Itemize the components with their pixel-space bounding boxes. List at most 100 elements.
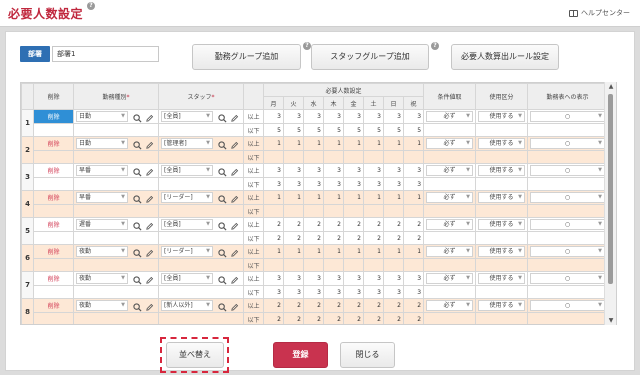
display-select[interactable]: ○ ▼ [530,111,606,122]
edit-icon[interactable] [145,168,154,177]
search-icon[interactable] [133,303,142,312]
usage-select[interactable]: 使用する ▼ [478,246,526,257]
max-count-cell[interactable]: 2 [402,231,425,245]
help-icon[interactable]: ? [303,42,311,50]
help-center-link[interactable]: ヘルプセンター [569,8,630,18]
delete-link[interactable]: 削除 [33,217,74,232]
edit-icon[interactable] [230,114,239,123]
min-count-cell[interactable]: 3 [383,109,404,124]
max-count-cell[interactable] [263,204,284,218]
min-count-cell[interactable]: 1 [283,136,304,151]
table-scrollbar[interactable]: ▲ ▼ [604,82,616,325]
max-count-cell[interactable]: 5 [363,123,384,137]
staff-select[interactable]: [全員] ▼ [161,165,213,176]
max-count-cell[interactable] [263,150,284,164]
max-count-cell[interactable] [402,150,425,164]
edit-icon[interactable] [145,195,154,204]
max-count-cell[interactable] [383,150,404,164]
staff-select[interactable]: [全員] ▼ [161,111,213,122]
delete-link[interactable]: 削除 [33,136,74,151]
search-icon[interactable] [218,195,227,204]
condition-select[interactable]: 必ず ▼ [426,165,474,176]
max-count-cell[interactable]: 2 [263,231,284,245]
min-count-cell[interactable]: 3 [383,271,404,286]
min-count-cell[interactable]: 3 [363,109,384,124]
display-select[interactable]: ○ ▼ [530,165,606,176]
delete-link[interactable]: 削除 [33,298,74,313]
max-count-cell[interactable]: 5 [303,123,324,137]
condition-select[interactable]: 必ず ▼ [426,138,474,149]
search-icon[interactable] [133,222,142,231]
min-count-cell[interactable]: 1 [323,136,344,151]
staff-select[interactable]: [全員] ▼ [161,273,213,284]
edit-icon[interactable] [145,249,154,258]
max-count-cell[interactable]: 2 [343,231,364,245]
min-count-cell[interactable]: 1 [343,136,364,151]
min-count-cell[interactable]: 3 [402,271,425,286]
max-count-cell[interactable]: 3 [263,285,284,299]
max-count-cell[interactable]: 2 [303,231,324,245]
help-icon[interactable]: ? [87,2,95,10]
max-count-cell[interactable] [283,258,304,272]
search-icon[interactable] [218,168,227,177]
min-count-cell[interactable]: 1 [383,190,404,205]
min-count-cell[interactable]: 2 [363,298,384,313]
max-count-cell[interactable] [383,258,404,272]
delete-link[interactable]: 削除 [33,190,74,205]
max-count-cell[interactable]: 2 [383,312,404,324]
edit-icon[interactable] [145,222,154,231]
condition-select[interactable]: 必ず ▼ [426,111,474,122]
max-count-cell[interactable] [363,258,384,272]
search-icon[interactable] [133,249,142,258]
min-count-cell[interactable]: 1 [303,244,324,259]
min-count-cell[interactable]: 3 [263,271,284,286]
min-count-cell[interactable]: 2 [363,217,384,232]
min-count-cell[interactable]: 2 [323,298,344,313]
max-count-cell[interactable]: 3 [363,177,384,191]
delete-link[interactable]: 削除 [33,244,74,259]
min-count-cell[interactable]: 3 [303,109,324,124]
max-count-cell[interactable]: 3 [402,177,425,191]
min-count-cell[interactable]: 2 [263,217,284,232]
min-count-cell[interactable]: 2 [343,217,364,232]
search-icon[interactable] [218,222,227,231]
search-icon[interactable] [133,114,142,123]
min-count-cell[interactable]: 3 [263,163,284,178]
max-count-cell[interactable] [283,204,304,218]
max-count-cell[interactable]: 3 [402,285,425,299]
usage-select[interactable]: 使用する ▼ [478,165,526,176]
add-staff-group-button[interactable]: スタッフグループ追加 [311,44,429,70]
max-count-cell[interactable]: 3 [383,177,404,191]
search-icon[interactable] [218,276,227,285]
edit-icon[interactable] [230,276,239,285]
scroll-thumb[interactable] [608,94,613,284]
max-count-cell[interactable]: 3 [343,177,364,191]
work-type-select[interactable]: 日勤 ▼ [76,138,128,149]
staff-select[interactable]: [新人以外] ▼ [161,300,213,311]
min-count-cell[interactable]: 2 [402,298,425,313]
delete-link[interactable]: 削除 [33,271,74,286]
min-count-cell[interactable]: 3 [363,271,384,286]
max-count-cell[interactable] [303,204,324,218]
max-count-cell[interactable] [303,258,324,272]
max-count-cell[interactable]: 2 [363,312,384,324]
max-count-cell[interactable] [263,258,284,272]
usage-select[interactable]: 使用する ▼ [478,111,526,122]
min-count-cell[interactable]: 3 [303,271,324,286]
max-count-cell[interactable]: 2 [323,231,344,245]
edit-icon[interactable] [230,222,239,231]
search-icon[interactable] [218,249,227,258]
min-count-cell[interactable]: 3 [383,163,404,178]
min-count-cell[interactable]: 3 [283,109,304,124]
min-count-cell[interactable]: 1 [402,244,425,259]
min-count-cell[interactable]: 2 [383,298,404,313]
min-count-cell[interactable]: 1 [283,190,304,205]
condition-select[interactable]: 必ず ▼ [426,273,474,284]
staff-select[interactable]: [リーダー] ▼ [161,246,213,257]
edit-icon[interactable] [145,141,154,150]
max-count-cell[interactable] [402,258,425,272]
min-count-cell[interactable]: 2 [283,217,304,232]
max-count-cell[interactable]: 5 [283,123,304,137]
min-count-cell[interactable]: 2 [283,298,304,313]
min-count-cell[interactable]: 1 [263,136,284,151]
